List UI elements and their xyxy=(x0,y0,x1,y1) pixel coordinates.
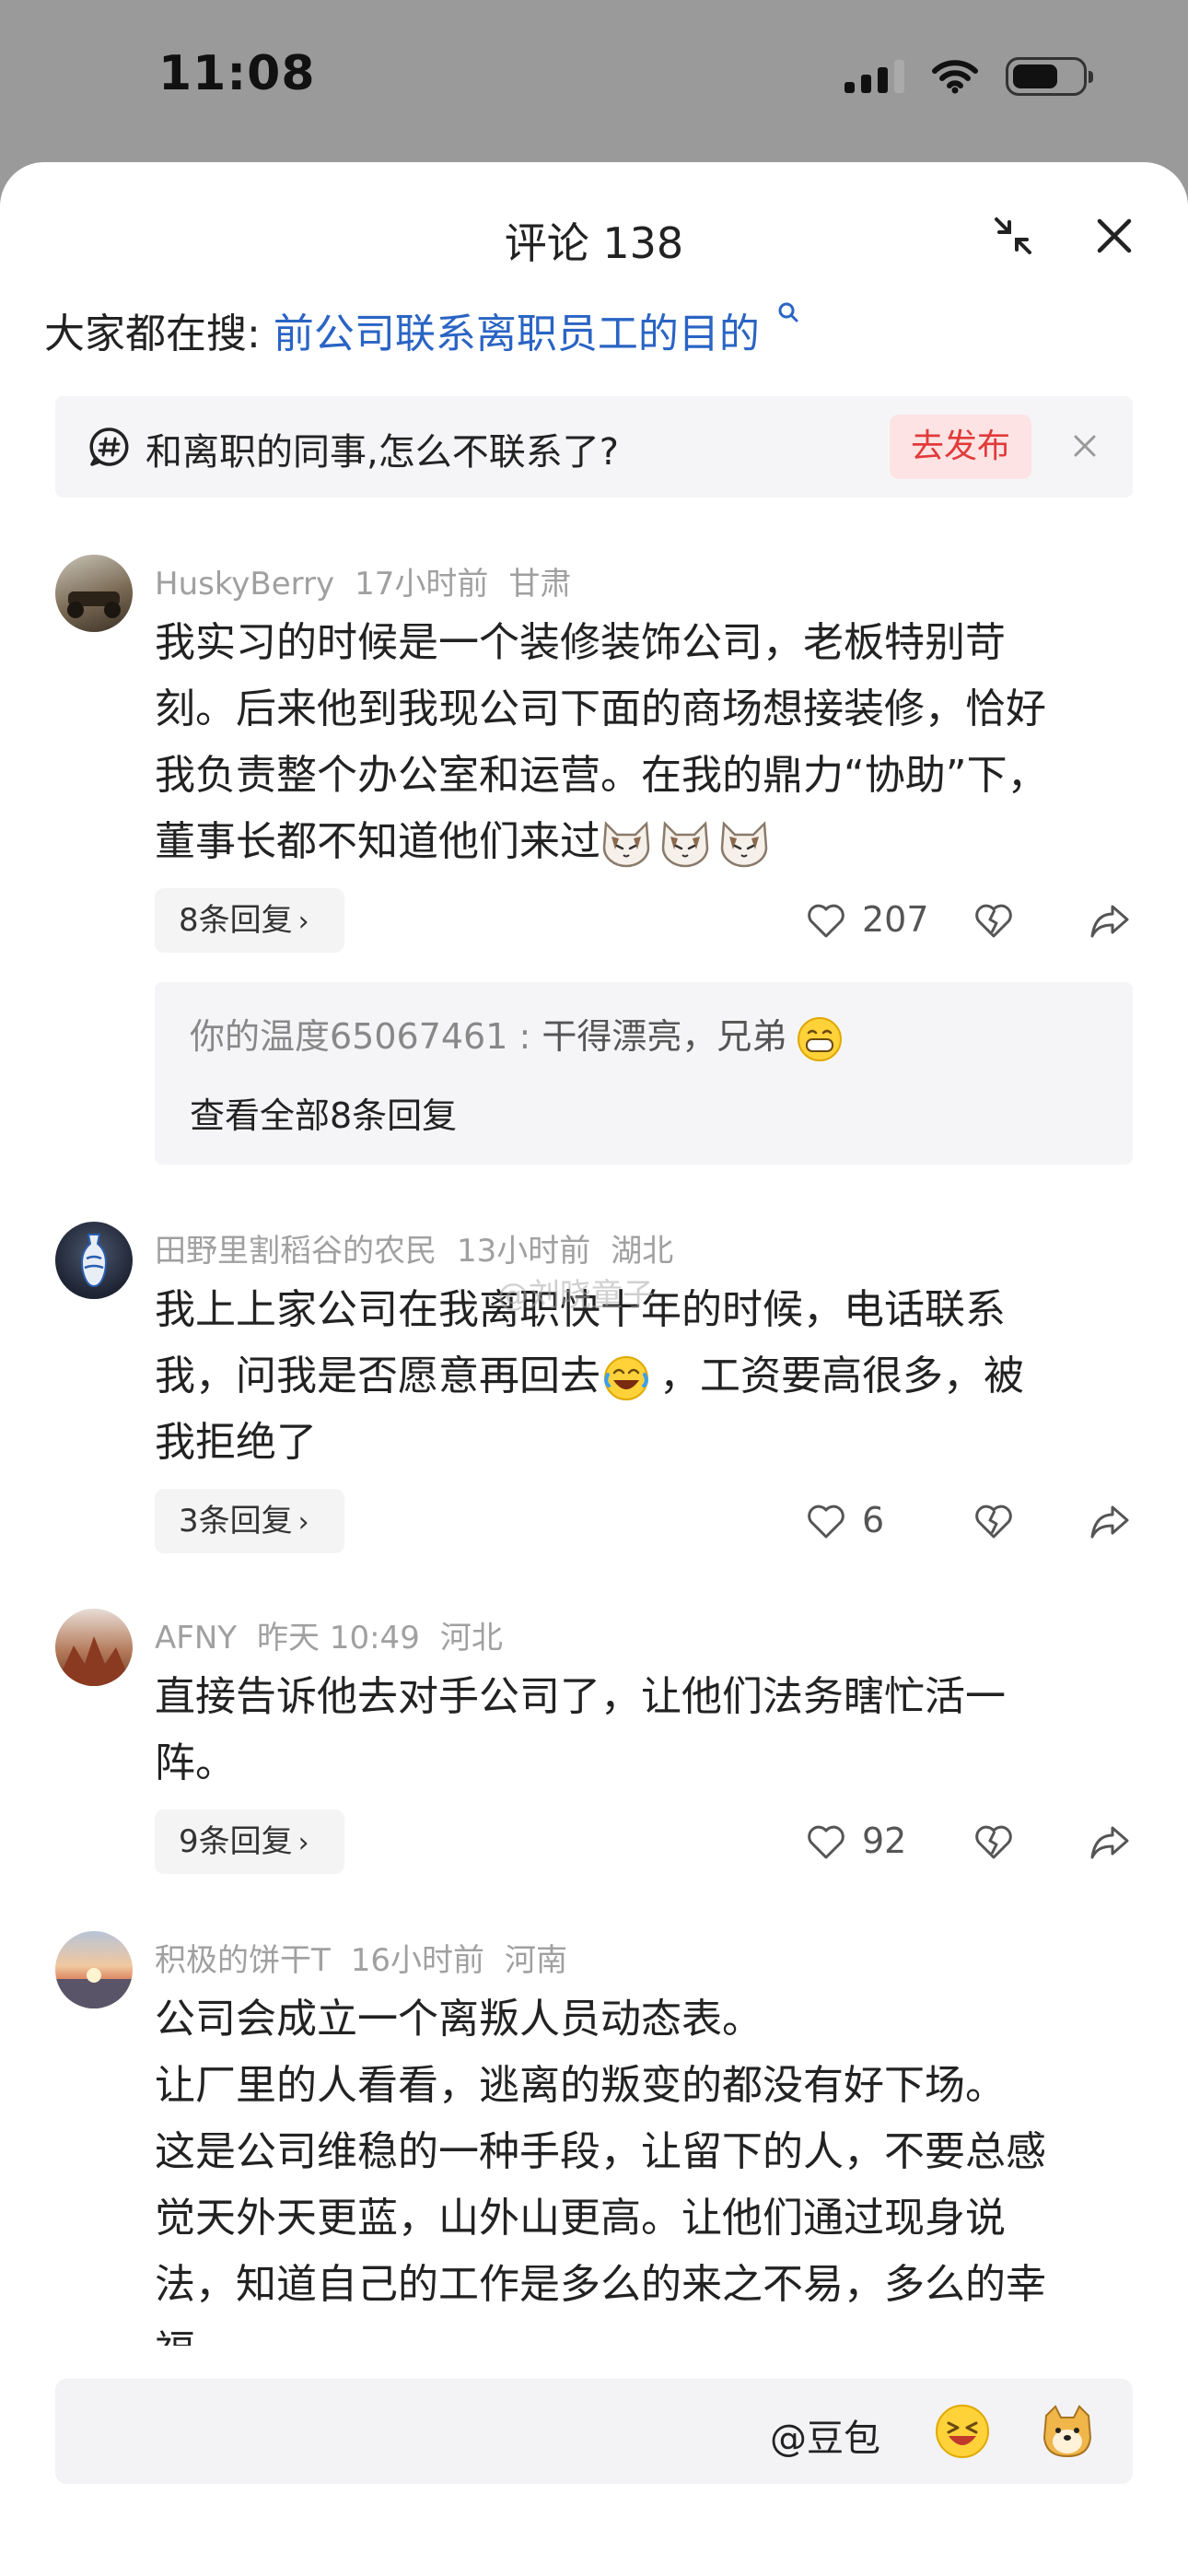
comment-line: 福 xyxy=(155,2318,1140,2346)
comment-input-bar[interactable]: @豆包 xyxy=(55,2379,1133,2484)
comment-item: 积极的饼干T 16小时前 河南 公司会成立一个离叛人员动态表。 让厂里的人看看，逃离… xyxy=(0,162,1188,2346)
cellular-signal-icon xyxy=(844,60,904,93)
comment-body: 公司会成立一个离叛人员动态表。 让厂里的人看看，逃离的叛变的都没有好下场。 这是… xyxy=(155,1986,1140,2346)
status-icons xyxy=(844,57,1093,96)
doge-emoji-icon[interactable] xyxy=(1039,2403,1096,2460)
watermark: @刘晓童子 xyxy=(497,1277,654,1314)
comment-time: 16小时前 xyxy=(350,1942,485,1979)
battery-icon xyxy=(1006,57,1093,96)
comment-line: 这是公司维稳的一种手段，让留下的人，不要总感 xyxy=(155,2128,1046,2175)
wifi-icon xyxy=(932,60,978,94)
mention-button[interactable]: @豆包 xyxy=(770,2408,880,2462)
avatar[interactable] xyxy=(55,1931,133,2008)
comment-meta: 积极的饼干T 16小时前 河南 xyxy=(155,1935,588,1980)
comments-sheet: 评论 138 大家都在搜: 前公司联系离职员工的目的 和离职的同事,怎么不联系了… xyxy=(0,162,1188,2576)
comment-line: 公司会成立一个离叛人员动态表。 xyxy=(155,1996,763,2043)
laugh-emoji-icon[interactable] xyxy=(934,2403,991,2460)
comment-line: 法，知道自己的工作是多么的来之不易，多么的幸 xyxy=(155,2261,1046,2308)
comment-line: 觉天外天更蓝，山外山更高。让他们通过现身说 xyxy=(155,2195,1006,2242)
comment-location: 河南 xyxy=(505,1942,568,1979)
comment-line: 让厂里的人看看，逃离的叛变的都没有好下场。 xyxy=(155,2062,1006,2109)
status-bar: 11:08 xyxy=(0,0,1188,162)
comment-username[interactable]: 积极的饼干T xyxy=(155,1942,331,1979)
status-time: 11:08 xyxy=(158,46,316,101)
